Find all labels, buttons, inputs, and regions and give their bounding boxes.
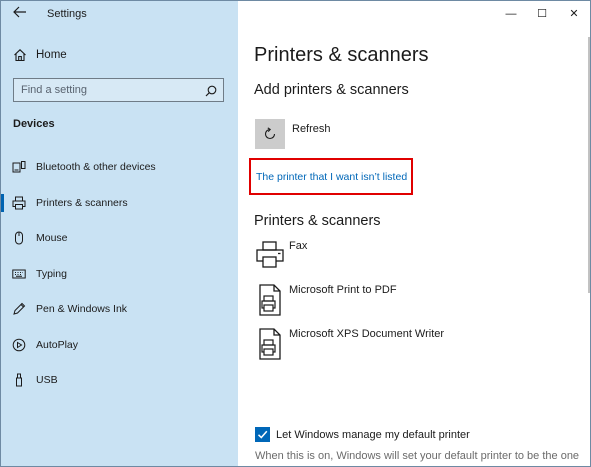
printer-item-fax[interactable]: Fax [255, 240, 575, 274]
search-icon[interactable] [205, 84, 217, 97]
default-printer-description: When this is on, Windows will set your d… [255, 450, 580, 462]
sidebar-item-bluetooth[interactable]: Bluetooth & other devices [1, 150, 238, 186]
checkmark-icon [257, 430, 268, 439]
search-input[interactable] [21, 82, 191, 98]
sidebar-item-autoplay[interactable]: AutoPlay [1, 328, 238, 364]
refresh-button[interactable] [255, 119, 285, 149]
sidebar-item-mouse[interactable]: Mouse [1, 221, 238, 257]
printer-not-listed-link[interactable]: The printer that I want isn’t listed [256, 171, 407, 183]
refresh-icon [264, 127, 276, 140]
fax-printer-icon [255, 240, 285, 274]
sidebar: Settings Home Devices Bluetooth & other … [1, 1, 238, 466]
sidebar-item-pen[interactable]: Pen & Windows Ink [1, 292, 238, 328]
sidebar-item-label: AutoPlay [36, 338, 79, 351]
home-icon [13, 48, 27, 62]
sidebar-item-label: Mouse [36, 232, 68, 244]
maximize-button[interactable]: ☐ [526, 1, 558, 27]
minimize-button[interactable]: — [495, 1, 527, 27]
close-button[interactable]: ✕ [558, 1, 590, 27]
printer-name: Fax [289, 240, 308, 252]
settings-window: Settings Home Devices Bluetooth & other … [0, 0, 591, 467]
printer-icon [12, 196, 26, 210]
autoplay-icon [12, 338, 26, 352]
printer-document-icon [255, 328, 285, 362]
app-title: Settings [47, 8, 87, 20]
sidebar-item-label: USB [36, 374, 58, 386]
page-title: Printers & scanners [254, 44, 429, 66]
sidebar-item-typing[interactable]: Typing [1, 257, 238, 293]
default-printer-checkbox-label: Let Windows manage my default printer [276, 429, 470, 441]
search-box[interactable] [13, 78, 224, 102]
sidebar-item-label: Typing [36, 267, 67, 280]
scrollbar[interactable] [588, 37, 590, 293]
printers-heading: Printers & scanners [254, 213, 381, 229]
mouse-icon [12, 231, 26, 245]
sidebar-nav: Bluetooth & other devices Printers & sca… [1, 150, 238, 399]
usb-icon [12, 373, 26, 387]
pen-icon [12, 302, 26, 316]
content-pane: — ☐ ✕ Printers & scanners Add printers &… [238, 1, 590, 466]
bluetooth-icon [12, 160, 26, 174]
sidebar-item-label: Pen & Windows Ink [36, 303, 128, 315]
back-arrow-icon[interactable] [10, 5, 30, 23]
sidebar-item-usb[interactable]: USB [1, 363, 238, 399]
printer-name: Microsoft Print to PDF [289, 284, 397, 296]
printer-item-xps[interactable]: Microsoft XPS Document Writer [255, 328, 575, 362]
sidebar-item-printers-scanners[interactable]: Printers & scanners [1, 186, 238, 222]
home-label: Home [36, 49, 67, 61]
sidebar-item-label: Bluetooth & other devices [36, 161, 156, 173]
printer-document-icon [255, 284, 285, 318]
printer-name: Microsoft XPS Document Writer [289, 328, 445, 340]
sidebar-item-home[interactable]: Home [1, 44, 238, 68]
section-title: Devices [13, 118, 55, 130]
add-printers-heading: Add printers & scanners [254, 82, 409, 98]
keyboard-icon [12, 267, 26, 281]
printer-item-pdf[interactable]: Microsoft Print to PDF [255, 284, 575, 318]
default-printer-checkbox[interactable] [255, 427, 270, 442]
refresh-label[interactable]: Refresh [292, 123, 331, 135]
title-bar: Settings [1, 1, 238, 29]
sidebar-item-label: Printers & scanners [36, 196, 128, 209]
